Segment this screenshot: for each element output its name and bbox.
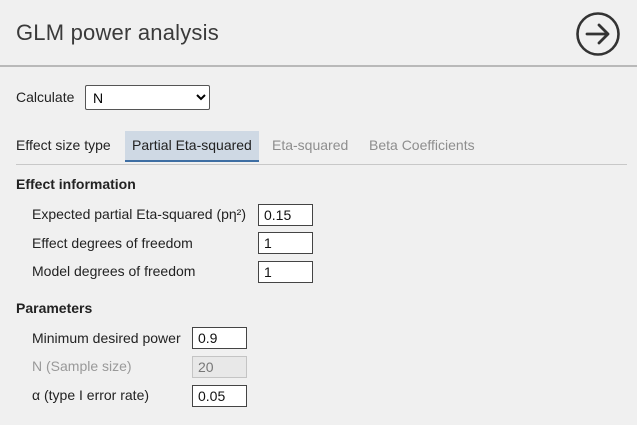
partial-eta-squared-label: Expected partial Eta-squared (pη²) [32, 206, 246, 222]
min-power-label: Minimum desired power [32, 330, 181, 346]
effect-size-type-label: Effect size type [16, 137, 111, 153]
tab-partial-eta-squared[interactable]: Partial Eta-squared [125, 131, 259, 162]
parameters-heading: Parameters [16, 300, 93, 316]
min-power-input[interactable] [192, 327, 247, 349]
tabs-divider [16, 164, 627, 165]
alpha-label: α (type I error rate) [32, 387, 150, 403]
calculate-label: Calculate [16, 89, 75, 105]
page-title: GLM power analysis [16, 20, 219, 45]
model-df-input[interactable] [258, 261, 313, 283]
tab-beta-coefficients[interactable]: Beta Coefficients [362, 131, 482, 162]
sample-size-label: N (Sample size) [32, 358, 132, 374]
alpha-input[interactable] [192, 385, 247, 407]
header: GLM power analysis [0, 0, 637, 67]
sample-size-input [192, 356, 247, 378]
effect-df-label: Effect degrees of freedom [32, 235, 193, 251]
partial-eta-squared-input[interactable] [258, 204, 313, 226]
effect-information-heading: Effect information [16, 176, 136, 192]
arrow-right-circle-icon[interactable] [576, 12, 620, 56]
model-df-label: Model degrees of freedom [32, 263, 196, 279]
effect-df-input[interactable] [258, 232, 313, 254]
tab-eta-squared[interactable]: Eta-squared [265, 131, 355, 162]
calculate-select[interactable]: N [85, 85, 210, 110]
